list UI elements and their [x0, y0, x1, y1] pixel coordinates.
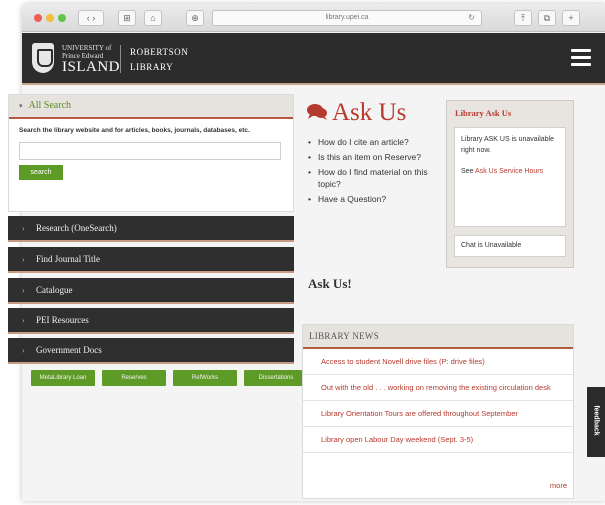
chevron-right-icon: › — [22, 286, 25, 295]
ask-service-hours-link[interactable]: Ask Us Service Hours — [475, 168, 543, 175]
hamburger-menu-icon[interactable] — [571, 49, 591, 67]
address-bar[interactable]: library.upei.ca ↻ — [212, 10, 482, 26]
ask-item-cite-article[interactable]: How do I cite an article? — [308, 136, 438, 148]
chevron-right-icon: › — [22, 316, 25, 325]
accordion-find-journal-title[interactable]: › Find Journal Title — [8, 247, 294, 273]
reload-icon[interactable]: ↻ — [468, 11, 475, 25]
ask-us-footer: Ask Us! — [308, 276, 352, 291]
university-crest-logo[interactable] — [32, 43, 54, 73]
ask-us-title: Ask Us — [332, 99, 407, 126]
minimize-window-icon[interactable] — [46, 14, 54, 22]
chat-bubbles-icon — [307, 104, 327, 120]
library-news-heading: LIBRARY NEWS — [303, 325, 573, 349]
chat-status-box: Chat is Unavailable — [454, 235, 566, 257]
tabs-button[interactable]: ⧉ — [538, 10, 556, 26]
quick-link-interlibrary-loan[interactable]: MetaLibrary Loan — [31, 370, 95, 386]
chevron-down-icon: ▾ — [19, 102, 23, 110]
accordion-research-onesearch[interactable]: › Research (OneSearch) — [8, 216, 294, 242]
library-ask-us-status-box: Library ASK US is unavailable right now.… — [454, 127, 566, 227]
chevron-right-icon: › — [22, 255, 25, 264]
news-item[interactable]: Library open Labour Day weekend (Sept. 3… — [303, 427, 573, 453]
search-button[interactable]: search — [19, 164, 63, 180]
ask-see-text: See — [461, 168, 474, 175]
library-ask-us-widget: Library Ask Us Library ASK US is unavail… — [446, 100, 574, 268]
ask-item-reserve[interactable]: Is this an item on Reserve? — [308, 151, 438, 163]
news-item[interactable]: Library Orientation Tours are offered th… — [303, 401, 573, 427]
news-item[interactable]: Access to student Novell drive files (P:… — [303, 349, 573, 375]
accordion-government-docs[interactable]: › Government Docs — [8, 338, 294, 364]
home-button[interactable]: ⌂ — [144, 10, 162, 26]
accordion-catalogue[interactable]: › Catalogue — [8, 278, 294, 304]
library-name[interactable]: ROBERTSON LIBRARY — [130, 45, 240, 75]
close-window-icon[interactable] — [34, 14, 42, 22]
back-forward-button[interactable]: ‹ › — [78, 10, 104, 26]
quick-link-reserves[interactable]: Reserves — [102, 370, 166, 386]
news-more-link[interactable]: more — [550, 481, 567, 490]
all-search-panel: ▾ All Search Search the library website a… — [8, 94, 294, 212]
library-news-panel: LIBRARY NEWS Access to student Novell dr… — [302, 324, 574, 499]
search-description: Search the library website and for artic… — [19, 127, 250, 134]
ask-item-find-material[interactable]: How do I find material on this topic? — [308, 166, 438, 190]
header-divider — [120, 45, 121, 73]
all-search-heading: All Search — [28, 100, 72, 111]
browser-toolbar: ‹ › ⊞ ⌂ ⊕ library.upei.ca ↻ ⤒ ⧉ + — [22, 4, 605, 32]
extensions-button[interactable]: ⊕ — [186, 10, 204, 26]
quick-link-dissertations[interactable]: Dissertations — [244, 370, 308, 386]
all-search-header[interactable]: ▾ All Search — [9, 95, 293, 119]
url-text: library.upei.ca — [325, 14, 369, 21]
ask-us-list: How do I cite an article? Is this an ite… — [308, 136, 438, 208]
feedback-tab[interactable]: feedback — [587, 387, 605, 457]
chevron-right-icon: › — [22, 346, 25, 355]
accordion-pei-resources[interactable]: › PEI Resources — [8, 308, 294, 334]
search-input[interactable] — [19, 141, 281, 160]
site-header: UNIVERSITY of Prince Edward ISLAND ROBER… — [22, 33, 605, 85]
share-button[interactable]: ⤒ — [514, 10, 532, 26]
university-wordmark: UNIVERSITY of Prince Edward — [62, 44, 112, 60]
ask-status-text: Library ASK US is unavailable right now. — [461, 136, 554, 154]
chevron-right-icon: › — [22, 224, 25, 233]
island-wordmark: ISLAND — [62, 59, 120, 75]
sidebar-toggle-button[interactable]: ⊞ — [118, 10, 136, 26]
zoom-window-icon[interactable] — [58, 14, 66, 22]
library-ask-us-title: Library Ask Us — [455, 108, 512, 118]
ask-item-have-question[interactable]: Have a Question? — [308, 193, 438, 205]
news-item[interactable]: Out with the old . . . working on removi… — [303, 375, 573, 401]
new-tab-button[interactable]: + — [562, 10, 580, 26]
quick-link-refworks[interactable]: RefWorks — [173, 370, 237, 386]
